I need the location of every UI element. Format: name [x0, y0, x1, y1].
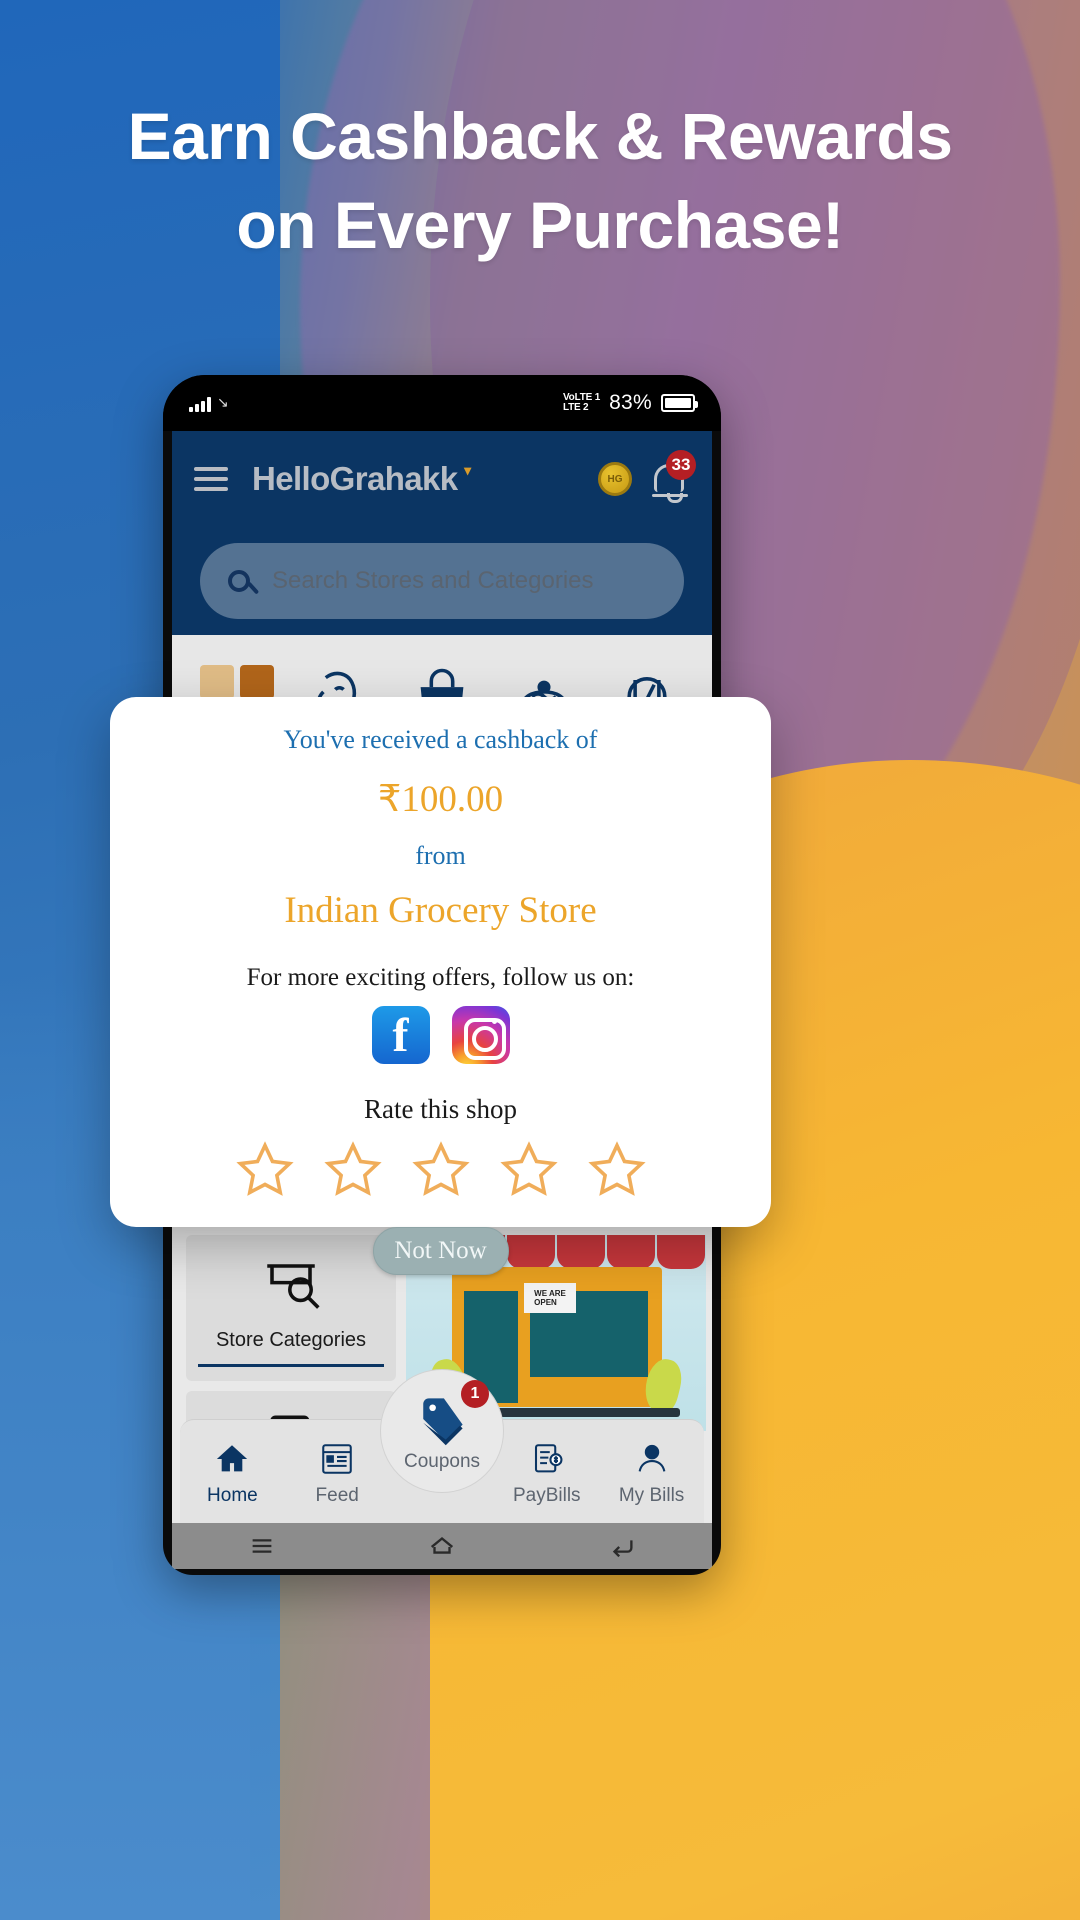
- status-bar: ↘ VoLTE 1 LTE 2 83%: [163, 375, 721, 431]
- facebook-icon[interactable]: f: [371, 1006, 430, 1064]
- tile-divider: [198, 1364, 384, 1367]
- coin-label: HG: [607, 473, 623, 485]
- store-categories-icon: [267, 1264, 320, 1309]
- we-are-open-sign: WE ARE OPEN: [524, 1283, 576, 1313]
- cashback-dialog: You've received a cashback of ₹100.00 fr…: [110, 697, 771, 1275]
- app-brand-title: HelloGrahakk ▾: [252, 460, 471, 498]
- store-categories-tile[interactable]: Store Categories: [186, 1235, 396, 1381]
- status-bar-right: VoLTE 1 LTE 2 83%: [563, 391, 698, 415]
- star-rating: [140, 1139, 741, 1201]
- home-icon: [217, 1444, 248, 1471]
- volte-indicator: VoLTE 1 LTE 2: [563, 393, 600, 413]
- bottom-nav-item-feed[interactable]: Feed: [287, 1437, 387, 1507]
- bottom-nav-item-coupons[interactable]: Coupons 1: [380, 1369, 504, 1493]
- bottom-nav-label-coupons: Coupons: [403, 1451, 481, 1472]
- promo-screenshot: Earn Cashback & Rewards on Every Purchas…: [0, 0, 1080, 1920]
- my-bills-icon: [638, 1444, 665, 1472]
- cashback-received-label: You've received a cashback of: [283, 725, 598, 754]
- star-1[interactable]: [234, 1139, 296, 1201]
- signal-bars-icon: [189, 396, 211, 412]
- app-header: HelloGrahakk ▾ HG 33: [172, 431, 712, 527]
- brand-label: HelloGrahakk: [252, 460, 458, 497]
- coupons-badge: 1: [461, 1380, 489, 1408]
- star-2[interactable]: [322, 1139, 384, 1201]
- bottom-nav-label-paybills: PayBills: [512, 1484, 581, 1506]
- recents-icon[interactable]: [247, 1531, 277, 1561]
- bottom-nav-label-home: Home: [207, 1484, 258, 1506]
- star-3[interactable]: [410, 1139, 472, 1201]
- back-icon[interactable]: [607, 1531, 637, 1561]
- notification-bell-button[interactable]: 33: [650, 450, 696, 503]
- bell-badge: 33: [666, 450, 696, 480]
- coin-icon[interactable]: HG: [598, 462, 632, 496]
- cashback-store-name: Indian Grocery Store: [284, 890, 597, 931]
- instagram-icon[interactable]: [451, 1006, 510, 1064]
- bottom-nav-label-mybills: My Bills: [618, 1484, 685, 1506]
- cashback-amount: ₹100.00: [377, 779, 504, 820]
- headline-line-2: on Every Purchase!: [236, 188, 844, 263]
- paybills-icon: [534, 1443, 563, 1472]
- hamburger-menu-icon[interactable]: [194, 467, 228, 491]
- cashback-from-label: from: [415, 841, 466, 870]
- feed-icon: [322, 1443, 352, 1474]
- bottom-nav-item-home[interactable]: Home: [182, 1437, 282, 1507]
- star-4[interactable]: [498, 1139, 560, 1201]
- rate-this-shop-label: Rate this shop: [364, 1094, 517, 1124]
- app-header-actions: HG 33: [598, 450, 696, 503]
- sign-line-1: WE ARE: [534, 1289, 566, 1298]
- store-categories-label: Store Categories: [215, 1329, 367, 1351]
- headline-line-1: Earn Cashback & Rewards: [127, 99, 953, 173]
- battery-percent: 83%: [609, 391, 652, 414]
- bottom-nav-label-feed: Feed: [315, 1484, 359, 1506]
- star-5[interactable]: [586, 1139, 648, 1201]
- battery-full-icon: [661, 394, 698, 412]
- android-nav-bar: [172, 1523, 712, 1569]
- search-placeholder: Search Stores and Categories: [272, 567, 594, 594]
- signal-secondary-icon: ↘: [217, 393, 229, 410]
- trademark-icon: ▾: [464, 462, 471, 478]
- promo-headline: Earn Cashback & Rewards on Every Purchas…: [0, 92, 1080, 270]
- search-icon: [228, 570, 250, 592]
- search-zone: Search Stores and Categories: [172, 527, 712, 635]
- bottom-nav-item-paybills[interactable]: PayBills: [497, 1437, 597, 1507]
- search-input[interactable]: Search Stores and Categories: [200, 543, 684, 619]
- bottom-nav-item-mybills[interactable]: My Bills: [602, 1437, 702, 1507]
- follow-us-label: For more exciting offers, follow us on:: [246, 964, 635, 991]
- home-outline-icon[interactable]: [427, 1531, 457, 1561]
- not-now-button[interactable]: Not Now: [372, 1227, 509, 1275]
- social-links: f: [140, 1006, 741, 1064]
- status-bar-left: ↘: [189, 393, 229, 412]
- sign-line-2: OPEN: [534, 1298, 557, 1307]
- volte-line-2: LTE 2: [562, 402, 589, 413]
